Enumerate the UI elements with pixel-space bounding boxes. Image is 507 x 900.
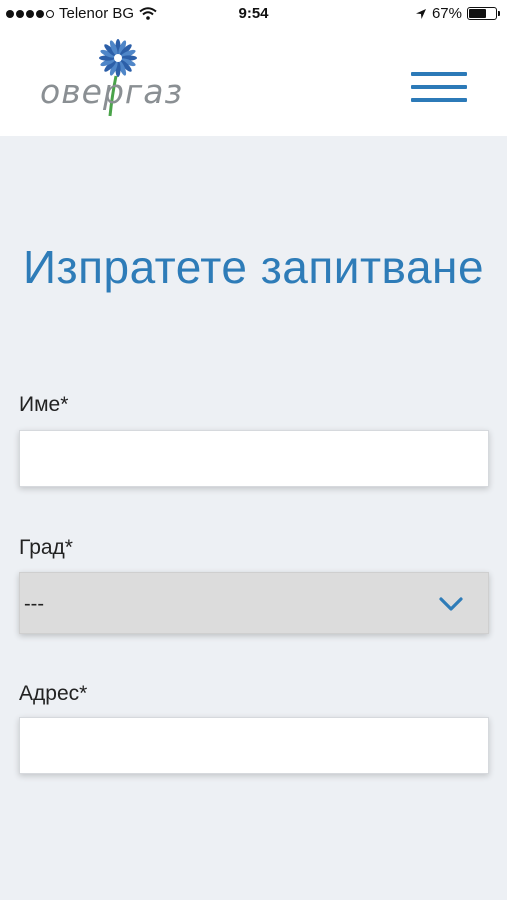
status-bar: Telenor BG 9:54 67% — [0, 0, 507, 28]
chevron-down-icon — [439, 597, 463, 611]
battery-percent: 67% — [431, 5, 462, 22]
name-input[interactable] — [19, 430, 489, 487]
overgas-logo[interactable]: овергаз — [36, 36, 206, 124]
logo-wordmark: овергаз — [40, 72, 183, 111]
hamburger-icon — [411, 72, 467, 76]
city-select[interactable]: --- — [19, 572, 489, 634]
hamburger-menu-button[interactable] — [411, 72, 467, 102]
name-label: Име* — [19, 393, 69, 416]
battery-icon — [467, 7, 500, 20]
city-label: Град* — [19, 536, 73, 559]
battery-level — [469, 9, 487, 18]
status-right: 67% — [415, 5, 500, 22]
hamburger-line — [411, 98, 467, 102]
page-title: Изпратете запитване — [22, 241, 485, 293]
city-selected-value: --- — [24, 593, 44, 615]
site-header: овергаз — [0, 28, 507, 136]
hamburger-line — [411, 85, 467, 89]
address-input[interactable] — [19, 717, 489, 774]
address-label: Адрес* — [19, 682, 88, 705]
location-arrow-icon — [415, 8, 426, 19]
